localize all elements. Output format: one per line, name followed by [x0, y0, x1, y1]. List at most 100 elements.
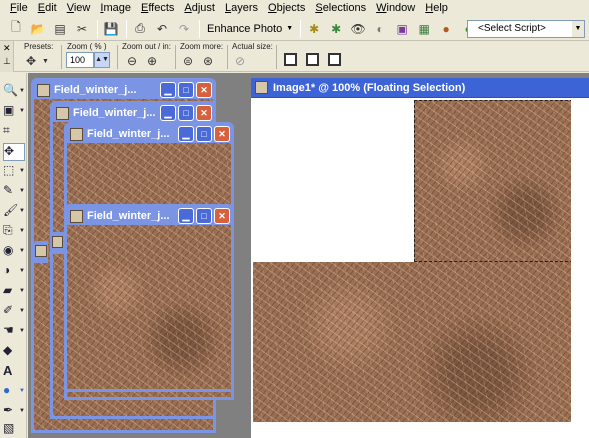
- minimize-icon[interactable]: ▁: [160, 82, 176, 98]
- close-icon[interactable]: ✕: [196, 82, 212, 98]
- menu-selections[interactable]: Selections: [310, 0, 371, 17]
- image-icon: [56, 106, 69, 120]
- separator: [61, 45, 62, 69]
- new-file-icon[interactable]: 🗋: [6, 19, 26, 39]
- menu-effects[interactable]: Effects: [136, 0, 179, 17]
- fill-tool-icon[interactable]: ◆: [3, 343, 25, 361]
- print-icon[interactable]: ⎙: [130, 19, 150, 39]
- fit-image-icon[interactable]: [306, 53, 319, 66]
- menu-file[interactable]: File: [5, 0, 33, 17]
- window-title: Field_winter_j...: [54, 84, 137, 96]
- shape-tool-icon[interactable]: ● ▼: [3, 383, 25, 401]
- minimize-icon[interactable]: ▁: [160, 105, 176, 121]
- menu-layers[interactable]: Layers: [220, 0, 263, 17]
- separator: [227, 45, 228, 69]
- tools-toolbar: 🔍 ▼ ▣ ▼ ⌗ ✥ ⬚ ▼ ✎ ▼ 🖌 ▼ ⎘ ▼ ◉ ▼ ◑ ▼ ▰ ▼ ✐ ▼ ☚ ▼ ◆ A…: [0, 73, 27, 438]
- close-icon[interactable]: ✕: [214, 126, 230, 142]
- fit-window-icon[interactable]: [284, 53, 297, 66]
- close-icon[interactable]: ✕: [196, 105, 212, 121]
- color-balance-icon[interactable]: ◐: [370, 19, 390, 39]
- zoom-in-icon[interactable]: ⊕: [147, 54, 157, 68]
- image-icon: [70, 127, 83, 141]
- zoom-input[interactable]: 100: [66, 52, 94, 68]
- image-window-4[interactable]: Field_winter_j... ▁ □ ✕: [64, 204, 234, 392]
- picture-tube-icon[interactable]: ✐ ▼: [3, 303, 25, 321]
- smudge-tool-icon[interactable]: ☚ ▼: [3, 323, 25, 341]
- menu-bar: File Edit View Image Effects Adjust Laye…: [0, 0, 589, 17]
- zoom-percent-label: Zoom ( % ): [67, 42, 107, 51]
- save-icon[interactable]: 💾: [101, 19, 121, 39]
- menu-adjust[interactable]: Adjust: [179, 0, 220, 17]
- warp-tool-icon[interactable]: ▧: [3, 421, 25, 438]
- app-window: File Edit View Image Effects Adjust Laye…: [0, 0, 589, 438]
- selection-tool-icon[interactable]: ⬚ ▼: [3, 163, 25, 181]
- image-window-titlebar[interactable]: Field_winter_j... ▁ □ ✕: [53, 104, 213, 122]
- eraser-tool-icon[interactable]: ▰ ▼: [3, 283, 25, 301]
- maximize-icon[interactable]: □: [178, 82, 194, 98]
- menu-view[interactable]: View: [62, 0, 96, 17]
- zoom-out-icon[interactable]: ⊖: [127, 54, 137, 68]
- zoom-tool-icon[interactable]: 🔍 ▼: [3, 83, 25, 101]
- actual-size-label: Actual size:: [232, 42, 273, 51]
- dodge-tool-icon[interactable]: ◑ ▼: [3, 263, 25, 281]
- one-step-fix-icon[interactable]: ✱: [304, 19, 324, 39]
- image-window-titlebar[interactable]: Field_winter_j... ▁ □ ✕: [67, 207, 231, 225]
- minimize-icon[interactable]: ▁: [178, 208, 194, 224]
- red-eye-icon[interactable]: 👁: [348, 19, 368, 39]
- redo-icon[interactable]: ↷: [174, 19, 194, 39]
- image-icon: [255, 81, 268, 94]
- collapsed-window-tab[interactable]: [52, 232, 64, 254]
- zoom-spinner[interactable]: ▲▼: [94, 52, 110, 68]
- fit-both-icon[interactable]: [328, 53, 341, 66]
- menu-edit[interactable]: Edit: [33, 0, 62, 17]
- script-select[interactable]: <Select Script> ▼: [467, 20, 585, 38]
- deform-tool-icon[interactable]: ▣ ▼: [3, 103, 25, 121]
- collapsed-window-tab[interactable]: [34, 241, 48, 263]
- pen-tool-icon[interactable]: ✒ ▼: [3, 403, 25, 421]
- undo-icon[interactable]: ↶: [152, 19, 172, 39]
- smart-fix-icon[interactable]: ✱: [326, 19, 346, 39]
- move-arrows-icon[interactable]: ✥: [26, 54, 36, 68]
- learning-center-icon[interactable]: ▣: [392, 19, 412, 39]
- main-image-window[interactable]: Image1* @ 100% (Floating Selection): [251, 78, 589, 438]
- paint-brush-icon[interactable]: 🖌 ▼: [3, 203, 25, 221]
- maximize-icon[interactable]: □: [178, 105, 194, 121]
- enhance-photo-label: Enhance Photo: [207, 22, 283, 35]
- maximize-icon[interactable]: □: [196, 208, 212, 224]
- image-canvas[interactable]: [253, 100, 571, 438]
- image-window-titlebar[interactable]: Field_winter_j... ▁ □ ✕: [34, 81, 213, 99]
- zoom-more-out-icon[interactable]: ⊜: [183, 54, 193, 68]
- color-replacer-icon[interactable]: ◉ ▼: [3, 243, 25, 261]
- script-select-value: <Select Script>: [478, 23, 546, 34]
- zoom-more-in-icon[interactable]: ⊛: [203, 54, 213, 68]
- palette-grip[interactable]: ✕ ⊥: [0, 41, 14, 72]
- menu-help[interactable]: Help: [420, 0, 453, 17]
- open-folder-icon[interactable]: 📂: [28, 19, 48, 39]
- actual-size-icon[interactable]: ⊘: [235, 54, 245, 68]
- palette-icon[interactable]: ▦: [414, 19, 434, 39]
- close-icon[interactable]: ✕: [214, 208, 230, 224]
- crop-tool-icon[interactable]: ⌗: [3, 123, 25, 141]
- base-layer-image[interactable]: [253, 262, 571, 422]
- image-window-titlebar[interactable]: Field_winter_j... ▁ □ ✕: [67, 125, 231, 143]
- minimize-icon[interactable]: ▁: [178, 126, 194, 142]
- close-icon[interactable]: ✕: [3, 43, 11, 54]
- image-icon: [37, 83, 50, 97]
- maximize-icon[interactable]: □: [196, 126, 212, 142]
- materials-icon[interactable]: ●: [436, 19, 456, 39]
- pin-icon[interactable]: ⊥: [3, 56, 11, 67]
- scissors-icon[interactable]: ✂: [72, 19, 92, 39]
- chevron-down-icon[interactable]: ▼: [42, 58, 49, 65]
- floating-selection[interactable]: [414, 100, 571, 262]
- browse-icon[interactable]: ▤: [50, 19, 70, 39]
- text-tool-icon[interactable]: A: [3, 363, 25, 381]
- menu-objects[interactable]: Objects: [263, 0, 310, 17]
- menu-image[interactable]: Image: [95, 0, 136, 17]
- menu-window[interactable]: Window: [371, 0, 420, 17]
- image-canvas[interactable]: [67, 225, 231, 389]
- main-window-titlebar[interactable]: Image1* @ 100% (Floating Selection): [251, 78, 589, 98]
- enhance-photo-button[interactable]: Enhance Photo ▼: [203, 19, 297, 39]
- move-tool-icon[interactable]: ✥: [3, 143, 25, 161]
- dropper-tool-icon[interactable]: ✎ ▼: [3, 183, 25, 201]
- clone-brush-icon[interactable]: ⎘ ▼: [3, 223, 25, 241]
